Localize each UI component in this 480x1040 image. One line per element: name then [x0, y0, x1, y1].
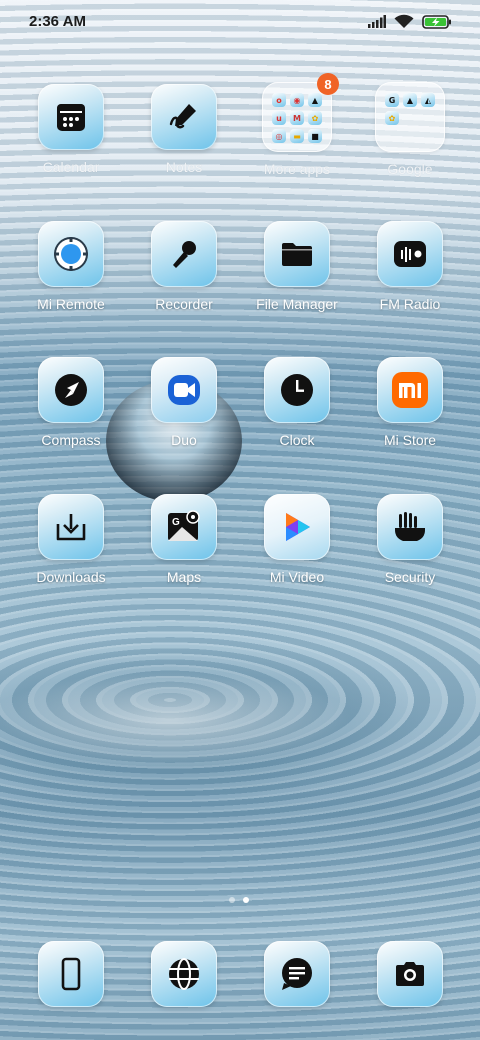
folder-icon: G ▲ ◭ ✿ [375, 82, 445, 152]
app-label: Clock [279, 432, 315, 448]
app-maps[interactable]: G Maps [129, 494, 239, 614]
messages-icon [264, 941, 330, 1007]
status-bar: 2:36 AM [0, 0, 480, 44]
folder-label: Google [387, 161, 433, 177]
page-dot-active[interactable] [243, 897, 249, 903]
app-mi-remote[interactable]: Mi Remote [16, 221, 126, 341]
app-mi-store[interactable]: Mi Store [355, 357, 465, 477]
dock-camera[interactable] [355, 941, 465, 1011]
google-mini-icon: G [385, 93, 399, 107]
mi-remote-icon [38, 221, 104, 287]
chrome-mini-icon-2: ◎ [272, 129, 286, 143]
browser-globe-icon [151, 941, 217, 1007]
app-label: Notes [165, 159, 203, 175]
dock-messages[interactable] [242, 941, 352, 1011]
notification-badge: 8 [317, 73, 339, 95]
app-fm-radio[interactable]: FM Radio [355, 221, 465, 341]
folder-label: More apps [263, 161, 331, 177]
app-security[interactable]: Security [355, 494, 465, 614]
app-recorder[interactable]: Recorder [129, 221, 239, 341]
app-label: Maps [166, 569, 202, 585]
opera-mini-icon: o [272, 93, 286, 107]
chrome-mini-icon: ◉ [290, 93, 304, 107]
photos-mini-icon: ✿ [385, 111, 399, 125]
compass-icon [38, 357, 104, 423]
microphone-icon [151, 221, 217, 287]
app-calendar[interactable]: Calendar [16, 84, 126, 204]
folder-icon: o ◉ ▲ u M ✿ ◎ ▬ ■ 8 [262, 73, 339, 152]
svg-text:G: G [172, 517, 180, 528]
drive-mini-icon: ▲ [403, 93, 417, 107]
app-compass[interactable]: Compass [16, 357, 126, 477]
app-label: Security [384, 569, 436, 585]
duo-video-icon [151, 357, 217, 423]
clock-icon [264, 357, 330, 423]
wifi-icon [394, 14, 414, 28]
folder-file-icon [264, 221, 330, 287]
camera-icon [377, 941, 443, 1007]
dock-phone[interactable] [16, 941, 126, 1011]
calendar-icon [38, 84, 104, 150]
app-label: Mi Remote [37, 296, 105, 312]
battery-charging-icon [422, 14, 451, 29]
drive-mini-icon-2: ◭ [421, 93, 435, 107]
app-clock[interactable]: Clock [242, 357, 352, 477]
app-mi-video[interactable]: Mi Video [242, 494, 352, 614]
maps-icon: G [151, 494, 217, 560]
app-label: Duo [171, 432, 197, 448]
app-label: Mi Store [383, 432, 437, 448]
page-dot[interactable] [229, 897, 235, 903]
security-icon [377, 494, 443, 560]
app-label: Mi Video [269, 569, 325, 585]
phone-icon [38, 941, 104, 1007]
app-label: FM Radio [379, 296, 441, 312]
dock-browser[interactable] [129, 941, 239, 1011]
files-mini-icon: ■ [308, 129, 322, 143]
status-icons [368, 14, 452, 29]
app-label: Calendar [42, 159, 100, 175]
app-file-manager[interactable]: File Manager [242, 221, 352, 341]
app-label: Compass [41, 432, 101, 448]
page-indicator [229, 897, 249, 903]
app-label: File Manager [256, 296, 338, 312]
radio-icon [377, 221, 443, 287]
uc-mini-icon: u [272, 111, 286, 125]
app-label: Recorder [155, 296, 213, 312]
app-label: Downloads [36, 569, 106, 585]
folder-google[interactable]: G ▲ ◭ ✿ Google [355, 82, 465, 202]
mi-store-icon [377, 357, 443, 423]
photos-mini-icon: ✿ [308, 111, 322, 125]
mi-video-icon [264, 494, 330, 560]
download-icon [38, 494, 104, 560]
app-downloads[interactable]: Downloads [16, 494, 126, 614]
android-mini-icon: ▲ [308, 93, 322, 107]
folder-more-apps[interactable]: o ◉ ▲ u M ✿ ◎ ▬ ■ 8 More apps [242, 73, 352, 202]
notes-icon [151, 84, 217, 150]
app-duo[interactable]: Duo [129, 357, 239, 477]
app-notes[interactable]: Notes [129, 84, 239, 204]
signal-icon [368, 15, 386, 28]
slides-mini-icon: ▬ [290, 129, 304, 143]
gmail-mini-icon: M [290, 111, 304, 125]
status-time: 2:36 AM [29, 13, 86, 30]
